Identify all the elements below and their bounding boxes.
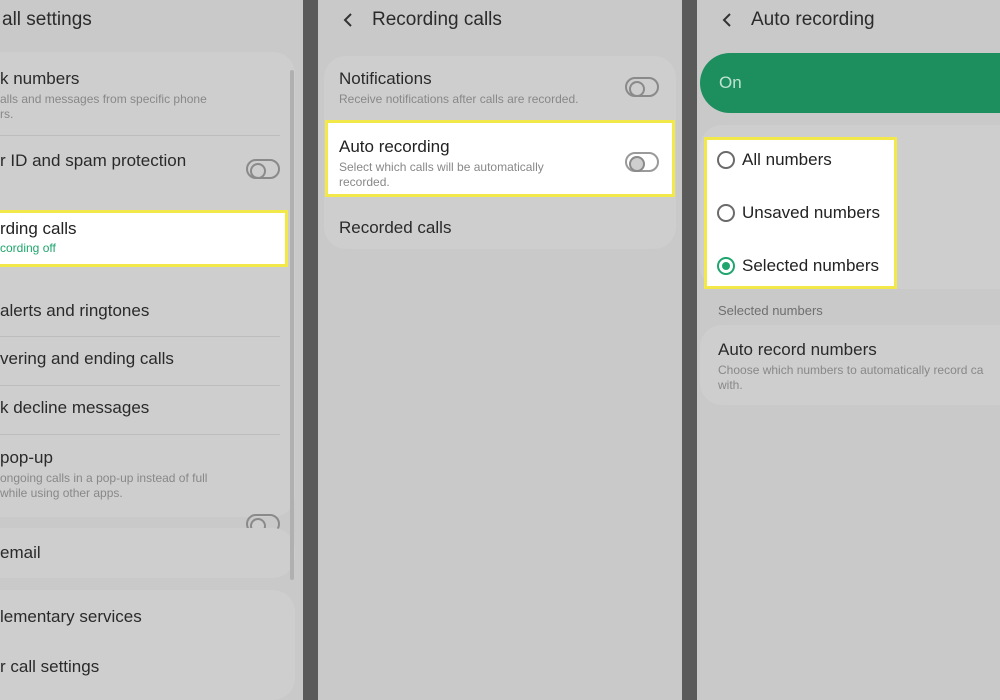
- voicemail-title: email: [0, 543, 41, 562]
- auto-record-numbers-item[interactable]: Auto record numbers Choose which numbers…: [700, 325, 1000, 405]
- auto-record-numbers-subtitle-2: with.: [718, 378, 743, 392]
- auto-recording-toggle[interactable]: [625, 152, 659, 172]
- call-popup-item[interactable]: pop-up ongoing calls in a pop-up instead…: [0, 435, 295, 534]
- call-alerts-title: alerts and ringtones: [0, 301, 150, 320]
- recording-calls-title: rding calls: [0, 219, 77, 238]
- auto-recording-header: Auto recording: [697, 0, 1000, 40]
- page-title: all settings: [2, 9, 92, 30]
- settings-card-1: k numbers alls and messages from specifi…: [0, 52, 295, 534]
- quick-decline-item[interactable]: k decline messages: [0, 386, 295, 434]
- recorded-calls-title: Recorded calls: [339, 218, 452, 237]
- auto-recording-options: All numbers Unsaved numbers Selected num…: [704, 137, 897, 289]
- auto-record-numbers-subtitle: Choose which numbers to automatically re…: [718, 363, 984, 377]
- back-arrow-icon[interactable]: [717, 10, 737, 30]
- voicemail-item[interactable]: email: [0, 528, 295, 578]
- auto-record-numbers-title: Auto record numbers: [718, 340, 877, 359]
- option-selected-numbers-label: Selected numbers: [742, 256, 880, 275]
- block-numbers-subtitle: alls and messages from specific phone: [0, 92, 207, 106]
- master-switch-label: On: [719, 73, 742, 92]
- block-numbers-item[interactable]: k numbers alls and messages from specifi…: [0, 52, 295, 134]
- call-alerts-item[interactable]: alerts and ringtones: [0, 288, 295, 336]
- caller-id-title: r ID and spam protection: [0, 151, 187, 170]
- quick-decline-title: k decline messages: [0, 398, 150, 417]
- option-selected-numbers[interactable]: Selected numbers: [707, 244, 894, 288]
- call-popup-subtitle-2: while using other apps.: [0, 486, 123, 500]
- supplementary-services-title: lementary services: [0, 607, 142, 626]
- supplementary-services-item[interactable]: lementary services: [0, 590, 295, 642]
- other-call-settings-item[interactable]: r call settings: [0, 642, 295, 692]
- block-numbers-title: k numbers: [0, 69, 80, 88]
- option-all-numbers-label: All numbers: [742, 150, 832, 169]
- section-header-selected-numbers: Selected numbers: [718, 303, 823, 318]
- page-title: Recording calls: [372, 9, 502, 30]
- notifications-item[interactable]: Notifications Receive notifications afte…: [324, 56, 676, 118]
- recording-calls-item[interactable]: rding calls cording off: [0, 210, 288, 267]
- auto-recording-title: Auto recording: [339, 137, 450, 156]
- auto-recording-subtitle-2: recorded.: [339, 175, 390, 189]
- option-all-numbers[interactable]: All numbers: [707, 140, 894, 184]
- call-popup-title: pop-up: [0, 448, 53, 467]
- recorded-calls-item[interactable]: Recorded calls: [324, 206, 676, 249]
- radio-unsaved-numbers[interactable]: [717, 204, 735, 222]
- answering-ending-title: vering and ending calls: [0, 349, 174, 368]
- settings-card-3: lementary services r call settings: [0, 590, 295, 700]
- caller-id-toggle[interactable]: [246, 159, 280, 179]
- option-unsaved-numbers-label: Unsaved numbers: [742, 203, 880, 222]
- notifications-title: Notifications: [339, 69, 432, 88]
- auto-recording-subtitle: Select which calls will be automatically: [339, 160, 544, 174]
- call-settings-header: all settings: [0, 0, 303, 40]
- recording-calls-header: Recording calls: [318, 0, 682, 40]
- other-call-settings-title: r call settings: [0, 657, 100, 676]
- auto-record-numbers-card: Auto record numbers Choose which numbers…: [700, 325, 1000, 405]
- recording-calls-status: cording off: [0, 241, 56, 255]
- radio-all-numbers[interactable]: [717, 151, 735, 169]
- radio-selected-numbers[interactable]: [717, 257, 735, 275]
- auto-recording-item[interactable]: Auto recording Select which calls will b…: [325, 120, 675, 197]
- call-settings-panel: all settings k numbers alls and messages…: [0, 0, 303, 700]
- back-arrow-icon[interactable]: [338, 10, 358, 30]
- scrollbar[interactable]: [290, 70, 294, 580]
- auto-recording-panel: Auto recording On All numbers Unsaved nu…: [697, 0, 1000, 700]
- call-popup-subtitle: ongoing calls in a pop-up instead of ful…: [0, 471, 208, 485]
- page-title: Auto recording: [751, 9, 875, 30]
- notifications-toggle[interactable]: [625, 77, 659, 97]
- recording-calls-panel: Recording calls Notifications Receive no…: [318, 0, 682, 700]
- option-unsaved-numbers[interactable]: Unsaved numbers: [707, 192, 894, 236]
- master-switch-bar[interactable]: On: [700, 53, 1000, 113]
- caller-id-spam-item[interactable]: r ID and spam protection: [0, 136, 295, 206]
- answering-ending-item[interactable]: vering and ending calls: [0, 337, 295, 385]
- block-numbers-subtitle-2: rs.: [0, 107, 14, 121]
- settings-card-2: email: [0, 528, 295, 578]
- notifications-subtitle: Receive notifications after calls are re…: [339, 92, 579, 106]
